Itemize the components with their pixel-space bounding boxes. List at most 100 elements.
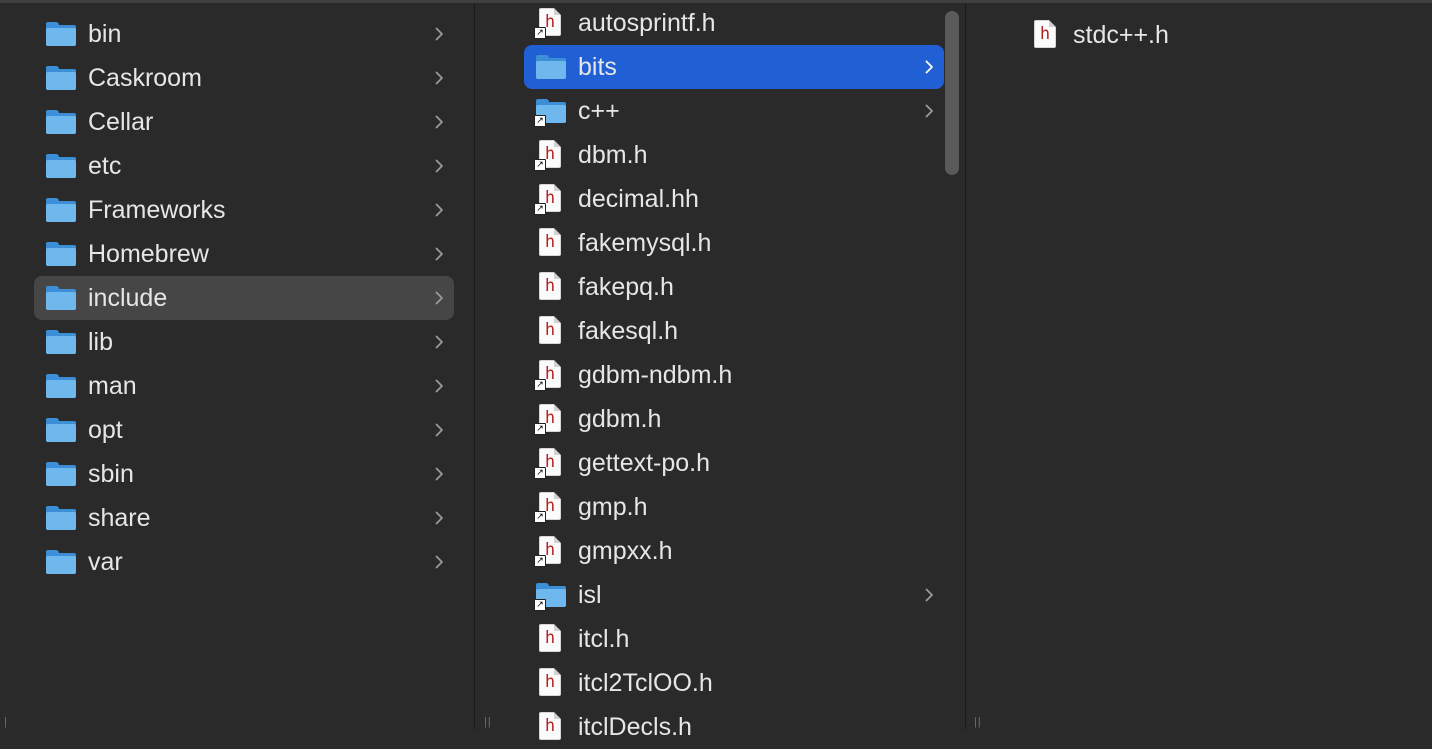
column-bits[interactable]: h stdc++.h: [993, 3, 1432, 730]
list-item[interactable]: opt: [34, 408, 454, 452]
list-item[interactable]: h ↗ decimal.hh: [524, 177, 944, 221]
folder-icon: [34, 364, 88, 408]
list-item-label: itcl.h: [578, 625, 630, 653]
header-file-icon: h ↗: [524, 133, 578, 177]
chevron-right-icon: [424, 232, 454, 276]
list-item[interactable]: var: [34, 540, 454, 584]
header-file-icon: h: [1019, 13, 1073, 57]
list-item[interactable]: h fakepq.h: [524, 265, 944, 309]
list-item[interactable]: ↗ isl: [524, 573, 944, 617]
list-item[interactable]: h ↗ gdbm.h: [524, 397, 944, 441]
list-item[interactable]: bits: [524, 45, 944, 89]
list-item[interactable]: h itclDecls.h: [524, 705, 944, 749]
header-file-icon: h: [524, 617, 578, 661]
column-divider[interactable]: [965, 3, 966, 730]
chevron-right-icon: [424, 496, 454, 540]
list-item-label: gmp.h: [578, 493, 648, 521]
list-item-label: Frameworks: [88, 196, 226, 224]
chevron-right-icon: [424, 12, 454, 56]
folder-icon: ↗: [524, 573, 578, 617]
folder-icon: [34, 408, 88, 452]
chevron-right-icon: [424, 144, 454, 188]
list-item-label: dbm.h: [578, 141, 648, 169]
alias-arrow-icon: ↗: [534, 115, 546, 127]
list-item[interactable]: Homebrew: [34, 232, 454, 276]
chevron-right-icon: [424, 276, 454, 320]
alias-arrow-icon: ↗: [534, 159, 546, 171]
list-item-label: etc: [88, 152, 122, 180]
list-item-label: fakemysql.h: [578, 229, 712, 257]
header-file-icon: h: [524, 309, 578, 353]
list-item[interactable]: Frameworks: [34, 188, 454, 232]
chevron-right-icon: [424, 540, 454, 584]
list-item[interactable]: h itcl2TclOO.h: [524, 661, 944, 705]
header-file-icon: h ↗: [524, 397, 578, 441]
list-item-label: bin: [88, 20, 122, 48]
list-item-label: include: [88, 284, 168, 312]
list-item[interactable]: ↗ c++: [524, 89, 944, 133]
chevron-right-icon: [424, 408, 454, 452]
list-item[interactable]: h ↗ gettext-po.h: [524, 441, 944, 485]
header-file-icon: h: [524, 265, 578, 309]
list-item[interactable]: sbin: [34, 452, 454, 496]
list-item-label: autosprintf.h: [578, 9, 716, 37]
list-item[interactable]: h ↗ gdbm-ndbm.h: [524, 353, 944, 397]
folder-icon: ↗: [524, 89, 578, 133]
list-item-label: decimal.hh: [578, 185, 699, 213]
chevron-right-icon: [914, 573, 944, 617]
folder-icon: [34, 452, 88, 496]
list-item-label: Cellar: [88, 108, 154, 136]
header-file-icon: h ↗: [524, 353, 578, 397]
alias-arrow-icon: ↗: [534, 203, 546, 215]
list-item[interactable]: h ↗ gmpxx.h: [524, 529, 944, 573]
header-file-icon: h ↗: [524, 529, 578, 573]
list-item-label: opt: [88, 416, 123, 444]
list-item[interactable]: man: [34, 364, 454, 408]
list-item[interactable]: h stdc++.h: [1019, 13, 1419, 57]
list-item-label: Caskroom: [88, 64, 202, 92]
list-item-label: Homebrew: [88, 240, 209, 268]
list-item[interactable]: Caskroom: [34, 56, 454, 100]
list-item-label: sbin: [88, 460, 134, 488]
alias-arrow-icon: ↗: [534, 511, 546, 523]
folder-icon: [34, 12, 88, 56]
alias-arrow-icon: ↗: [534, 599, 546, 611]
list-item[interactable]: etc: [34, 144, 454, 188]
folder-icon: [34, 188, 88, 232]
list-item[interactable]: h fakesql.h: [524, 309, 944, 353]
alias-arrow-icon: ↗: [534, 379, 546, 391]
folder-icon: [34, 276, 88, 320]
column-divider[interactable]: [474, 3, 475, 730]
list-item[interactable]: h ↗ autosprintf.h: [524, 1, 944, 45]
folder-icon: [34, 540, 88, 584]
alias-arrow-icon: ↗: [534, 423, 546, 435]
list-item[interactable]: h ↗ gmp.h: [524, 485, 944, 529]
list-item[interactable]: h fakemysql.h: [524, 221, 944, 265]
column-resize-handle[interactable]: |: [4, 716, 14, 728]
list-item-label: gmpxx.h: [578, 537, 673, 565]
chevron-right-icon: [424, 100, 454, 144]
list-item[interactable]: lib: [34, 320, 454, 364]
column-resize-handle[interactable]: ||: [974, 716, 984, 728]
header-file-icon: h ↗: [524, 1, 578, 45]
list-item[interactable]: Cellar: [34, 100, 454, 144]
list-item[interactable]: include: [34, 276, 454, 320]
list-item[interactable]: share: [34, 496, 454, 540]
list-item[interactable]: bin: [34, 12, 454, 56]
chevron-right-icon: [424, 320, 454, 364]
column-include[interactable]: h ↗ autosprintf.h bits ↗ c++ h ↗ dbm.h h ↗ decimal.…: [503, 1, 965, 741]
list-item[interactable]: h itcl.h: [524, 617, 944, 661]
list-item-label: itcl2TclOO.h: [578, 669, 713, 697]
column-usr-local[interactable]: bin Caskroom Cellar etc Frameworks Homebrew in…: [14, 3, 474, 730]
folder-icon: [524, 45, 578, 89]
header-file-icon: h ↗: [524, 441, 578, 485]
list-item-label: gettext-po.h: [578, 449, 711, 477]
column-resize-handle[interactable]: ||: [484, 716, 494, 728]
chevron-right-icon: [424, 188, 454, 232]
list-item-label: fakepq.h: [578, 273, 674, 301]
list-item[interactable]: h ↗ dbm.h: [524, 133, 944, 177]
header-file-icon: h: [524, 221, 578, 265]
vertical-scrollbar[interactable]: [945, 11, 959, 175]
list-item-label: c++: [578, 97, 620, 125]
chevron-right-icon: [914, 89, 944, 133]
